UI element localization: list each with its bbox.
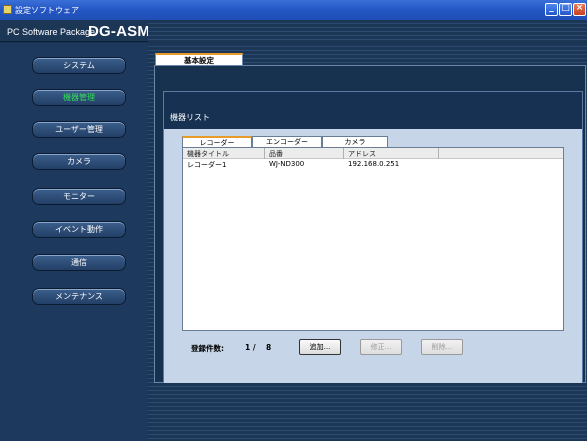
package-label: PC Software Package (7, 27, 96, 37)
maximize-icon: □ (561, 3, 570, 13)
sidebar-item-camera[interactable]: カメラ (32, 153, 126, 170)
device-list-content: レコーダー エンコーダー カメラ 機器タイトル 品番 アドレス レコーダー1 W… (164, 129, 582, 383)
close-icon: × (575, 3, 584, 13)
window-title: 設定ソフトウェア (15, 6, 79, 15)
column-divider (343, 148, 344, 159)
column-divider (438, 148, 439, 159)
sidebar-item-maintenance[interactable]: メンテナンス (32, 288, 126, 305)
device-list-title: 機器リスト (170, 113, 210, 122)
delete-button[interactable]: 削除... (421, 339, 463, 355)
registered-count-value: 1 / (245, 343, 256, 352)
sidebar-item-monitor[interactable]: モニター (32, 188, 126, 205)
cell-title: レコーダー1 (187, 161, 227, 169)
cell-model: WJ-ND300 (269, 160, 305, 168)
maximize-button[interactable]: □ (559, 3, 572, 16)
table-row[interactable]: レコーダー1 WJ-ND300 192.168.0.251 (183, 159, 563, 169)
edit-button[interactable]: 修正... (360, 339, 402, 355)
sidebar-item-communication[interactable]: 通信 (32, 254, 126, 271)
header-decoration (148, 20, 587, 42)
column-header-address[interactable]: アドレス (348, 149, 376, 159)
sidebar-item-device-management[interactable]: 機器管理 (32, 89, 126, 106)
title-bar: 設定ソフトウェア _ □ × (0, 0, 587, 20)
close-button[interactable]: × (573, 3, 586, 16)
sidebar-item-user-management[interactable]: ユーザー管理 (32, 121, 126, 138)
device-list[interactable]: 機器タイトル 品番 アドレス レコーダー1 WJ-ND300 192.168.0… (182, 147, 564, 331)
sidebar-item-system[interactable]: システム (32, 57, 126, 74)
sidebar-item-event-action[interactable]: イベント動作 (32, 221, 126, 238)
registered-count-total: 8 (266, 343, 272, 352)
list-header: 機器タイトル 品番 アドレス (183, 148, 563, 159)
add-button[interactable]: 追加... (299, 339, 341, 355)
sidebar: システム 機器管理 ユーザー管理 カメラ モニター イベント動作 通信 メンテナ… (0, 43, 148, 441)
column-header-model[interactable]: 品番 (269, 149, 283, 159)
app-header: PC Software Package DG-ASM100/L2 (0, 20, 587, 42)
main-area: 基本設定 機器リスト レコーダー エンコーダー カメラ 機器タイトル 品番 アド… (148, 43, 587, 441)
cell-address: 192.168.0.251 (348, 160, 400, 168)
settings-panel: 機器リスト レコーダー エンコーダー カメラ 機器タイトル 品番 アドレス レコ… (154, 65, 586, 383)
column-divider (264, 148, 265, 159)
minimize-button[interactable]: _ (545, 3, 558, 16)
device-list-panel: 機器リスト レコーダー エンコーダー カメラ 機器タイトル 品番 アドレス レコ… (163, 91, 583, 383)
app-icon (3, 5, 12, 14)
minimize-icon: _ (549, 3, 554, 13)
registered-count-label: 登録件数: (191, 344, 224, 353)
column-header-title[interactable]: 機器タイトル (187, 149, 229, 159)
